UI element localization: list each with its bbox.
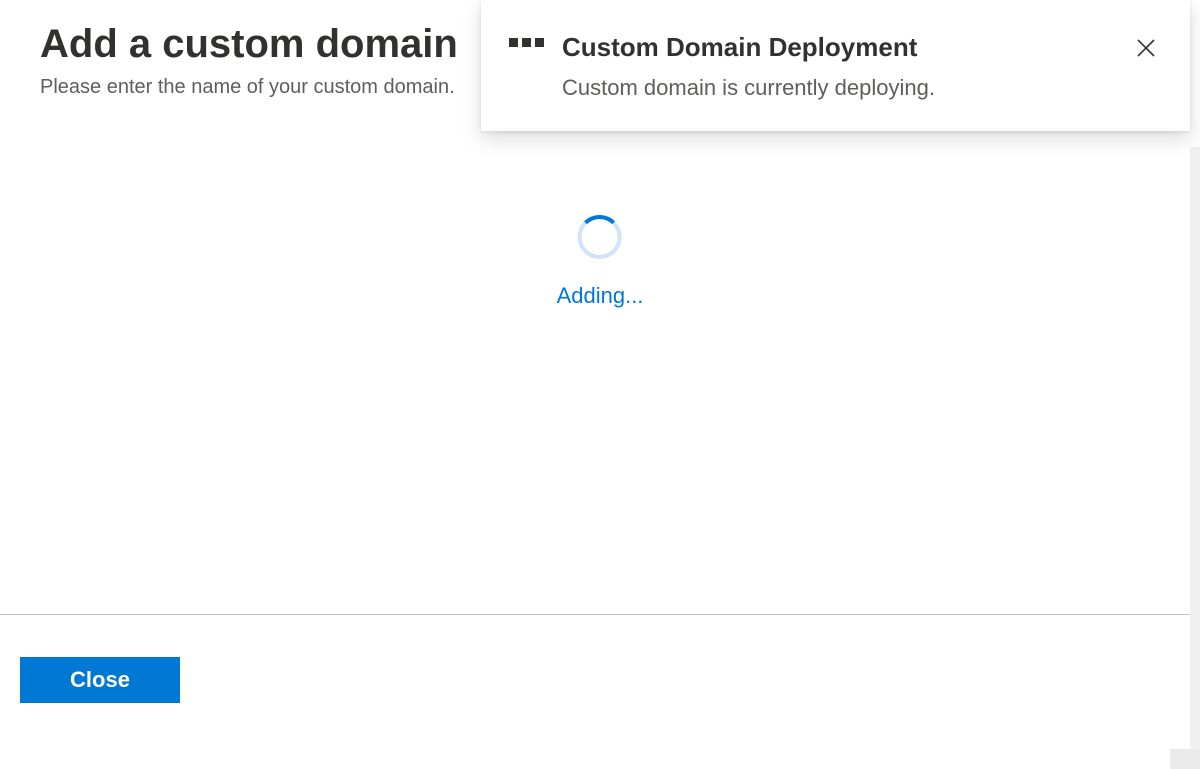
notification-toast: Custom Domain Deployment Custom domain i… [481, 0, 1190, 131]
loading-status: Adding... [557, 215, 644, 309]
deployment-icon [509, 38, 544, 47]
toast-message: Custom domain is currently deploying. [562, 75, 1112, 101]
spinner-icon [578, 215, 622, 259]
toast-content: Custom Domain Deployment Custom domain i… [562, 32, 1112, 101]
footer: Close [0, 614, 1190, 703]
status-text: Adding... [557, 283, 644, 309]
close-button[interactable]: Close [20, 657, 180, 703]
close-icon [1134, 36, 1158, 60]
toast-title: Custom Domain Deployment [562, 32, 1112, 63]
scrollbar-corner [1170, 749, 1200, 769]
add-custom-domain-panel: Add a custom domain Please enter the nam… [0, 0, 1200, 769]
toast-close-button[interactable] [1130, 32, 1162, 64]
scrollbar[interactable] [1190, 147, 1200, 749]
